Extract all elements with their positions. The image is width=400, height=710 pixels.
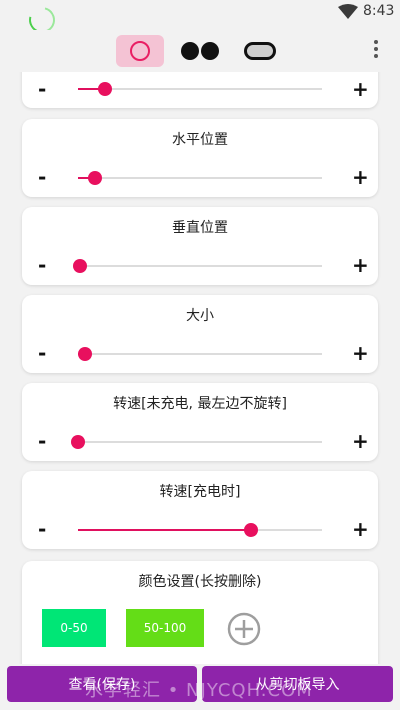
wifi-icon <box>338 4 358 19</box>
slider-thumb[interactable] <box>78 347 93 361</box>
decrease-button[interactable]: - <box>38 519 46 539</box>
pill-shape-icon <box>244 42 276 60</box>
decrease-button[interactable]: - <box>38 343 46 363</box>
card-title: 水平位置 <box>172 132 228 148</box>
slider-card-speed-uncharged: 转速[未充电, 最左边不旋转] - + <box>22 383 378 461</box>
decrease-button[interactable]: - <box>38 255 46 275</box>
add-color-icon[interactable] <box>226 611 262 647</box>
slider-track[interactable] <box>78 82 322 96</box>
slider-fill <box>78 529 252 531</box>
slider-card-0: - + <box>22 72 378 108</box>
swatch-label: 0-50 <box>60 621 88 635</box>
button-label: 从剪切板导入 <box>255 677 340 693</box>
increase-button[interactable]: + <box>352 519 369 539</box>
color-swatch-50-100[interactable]: 50-100 <box>126 609 204 647</box>
dots-shape-icon <box>181 42 219 60</box>
slider-thumb[interactable] <box>244 523 259 537</box>
decrease-button[interactable]: - <box>38 431 46 451</box>
tool-dots[interactable] <box>176 35 224 67</box>
slider-card-size: 大小 - + <box>22 295 378 373</box>
tool-pill[interactable] <box>236 35 284 67</box>
settings-list[interactable]: - + 水平位置 - + 垂直位置 - + 大小 - + 转速[未充电, 最左边… <box>0 72 400 664</box>
slider-card-speed-charging: 转速[充电时] - + <box>22 471 378 549</box>
slider-track[interactable] <box>78 171 322 185</box>
tool-circle[interactable] <box>116 35 164 67</box>
card-title: 颜色设置(长按删除) <box>138 574 262 590</box>
swatch-label: 50-100 <box>143 621 187 635</box>
slider-card-vertical-position: 垂直位置 - + <box>22 207 378 285</box>
card-title: 转速[充电时] <box>159 484 241 500</box>
circle-shape-icon <box>130 41 150 61</box>
slider-thumb[interactable] <box>88 171 103 185</box>
card-title: 垂直位置 <box>172 220 228 236</box>
color-settings-card: 颜色设置(长按删除) 0-50 50-100 <box>22 561 378 664</box>
card-title: 转速[未充电, 最左边不旋转] <box>113 396 287 412</box>
slider-card-horizontal-position: 水平位置 - + <box>22 119 378 197</box>
slider-track[interactable] <box>78 523 322 537</box>
view-save-button[interactable]: 查看(保存) <box>7 666 197 702</box>
slider-thumb[interactable] <box>97 82 112 96</box>
slider-track[interactable] <box>73 259 322 273</box>
decrease-button[interactable]: - <box>38 79 46 99</box>
slider-track[interactable] <box>78 347 322 361</box>
button-label: 查看(保存) <box>68 677 136 693</box>
slider-thumb[interactable] <box>73 259 88 273</box>
increase-button[interactable]: + <box>352 431 369 451</box>
increase-button[interactable]: + <box>352 167 369 187</box>
increase-button[interactable]: + <box>352 343 369 363</box>
status-bar: 8:43 <box>0 0 400 38</box>
increase-button[interactable]: + <box>352 79 369 99</box>
clock: 8:43 <box>363 3 395 19</box>
shape-toolbar <box>0 30 400 72</box>
more-vert-icon[interactable] <box>374 40 380 58</box>
increase-button[interactable]: + <box>352 255 369 275</box>
slider-track[interactable] <box>71 435 322 449</box>
card-title: 大小 <box>186 308 214 324</box>
slider-thumb[interactable] <box>71 435 85 449</box>
decrease-button[interactable]: - <box>38 167 46 187</box>
color-swatch-0-50[interactable]: 0-50 <box>42 609 106 647</box>
import-clipboard-button[interactable]: 从剪切板导入 <box>202 666 393 702</box>
